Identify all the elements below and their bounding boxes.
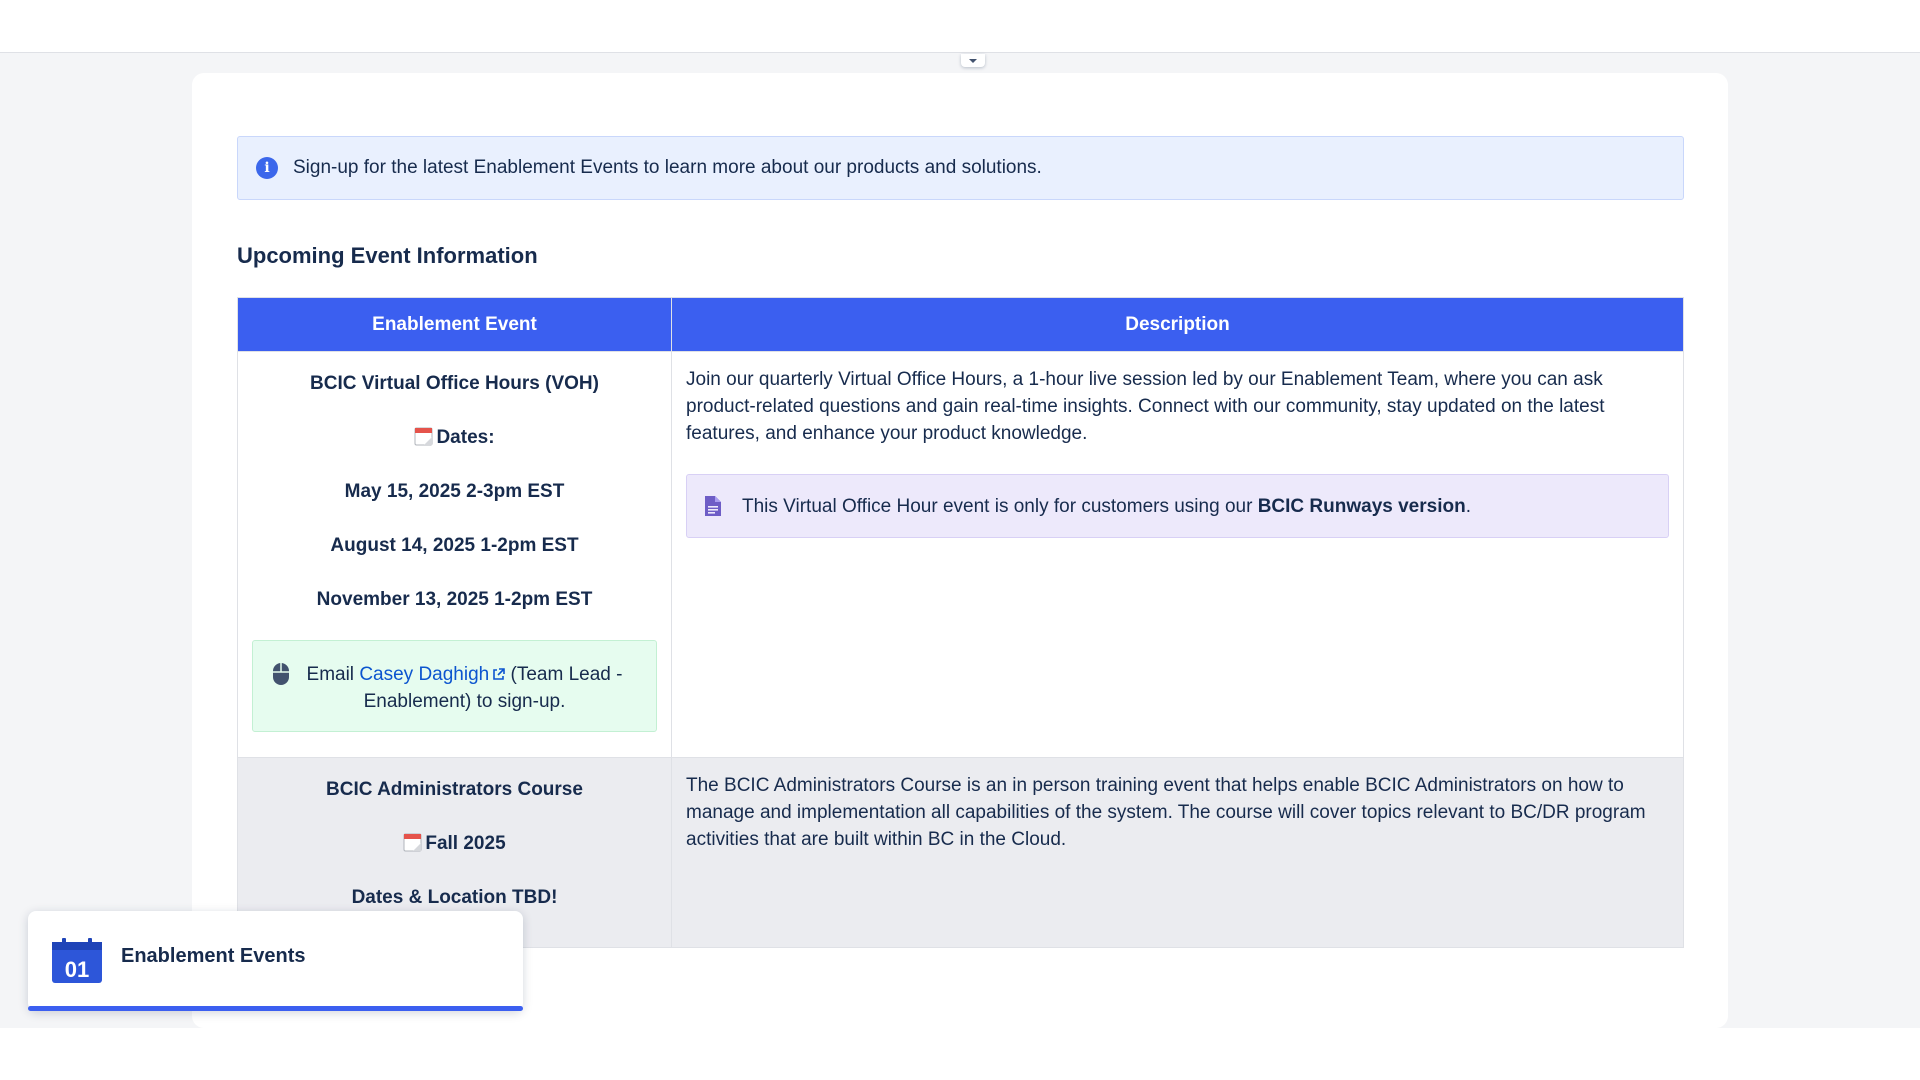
- floating-page-card[interactable]: 01 Enablement Events: [28, 911, 523, 1011]
- section-heading: Upcoming Event Information: [237, 243, 538, 268]
- note-panel: This Virtual Office Hour event is only f…: [686, 474, 1669, 538]
- contact-link-text: Casey Daghigh: [359, 664, 490, 685]
- column-header-description: Description: [671, 297, 1684, 352]
- event-title: BCIC Virtual Office Hours (VOH): [310, 373, 599, 394]
- event-description: The BCIC Administrators Course is an in …: [686, 775, 1646, 850]
- dates-label: Dates:: [436, 427, 495, 448]
- calendar-icon: [414, 427, 433, 446]
- season-heading: Fall 2025: [252, 830, 657, 857]
- description-cell: Join our quarterly Virtual Office Hours,…: [671, 351, 1684, 758]
- signup-panel: Email Casey Daghigh (Team Lead - Enablem…: [252, 640, 657, 732]
- info-icon: i: [256, 157, 278, 179]
- signup-text: Email Casey Daghigh (Team Lead - Enablem…: [291, 661, 638, 715]
- event-date: November 13, 2025 1-2pm EST: [316, 589, 593, 610]
- column-header-event: Enablement Event: [237, 297, 672, 352]
- floating-card-title: Enablement Events: [121, 945, 306, 967]
- dates-heading: Dates:: [252, 424, 657, 451]
- progress-underline: [28, 1006, 523, 1011]
- top-bar: [0, 0, 1920, 53]
- calendar-icon-text: 01: [65, 957, 89, 982]
- events-table: Enablement Event Description BCIC Virtua…: [237, 297, 1684, 948]
- calendar-01-icon: 01: [52, 938, 102, 983]
- event-cell: BCIC Virtual Office Hours (VOH) Dates: M…: [237, 351, 672, 758]
- calendar-icon: [403, 833, 422, 852]
- table-row: BCIC Virtual Office Hours (VOH) Dates: M…: [237, 351, 1684, 758]
- collapse-toggle-button[interactable]: [961, 54, 985, 67]
- info-panel: i Sign-up for the latest Enablement Even…: [237, 136, 1684, 200]
- note-text: This Virtual Office Hour event is only f…: [742, 493, 1471, 520]
- info-panel-text: Sign-up for the latest Enablement Events…: [293, 157, 1042, 178]
- event-description: Join our quarterly Virtual Office Hours,…: [686, 369, 1605, 444]
- external-link-icon: [493, 668, 506, 680]
- contact-link[interactable]: Casey Daghigh: [359, 664, 506, 685]
- event-title: BCIC Administrators Course: [326, 779, 583, 800]
- chevron-down-icon: [969, 58, 977, 63]
- note-prefix: This Virtual Office Hour event is only f…: [742, 495, 1258, 517]
- document-icon: [705, 496, 721, 516]
- location-label: Dates & Location TBD!: [351, 887, 558, 908]
- mouse-icon: [273, 663, 289, 685]
- bottom-strip: [0, 1028, 1920, 1080]
- table-header-row: Enablement Event Description: [237, 297, 1684, 352]
- signup-prefix: Email: [306, 664, 360, 685]
- event-date: May 15, 2025 2-3pm EST: [344, 481, 565, 502]
- note-bold: BCIC Runways version: [1257, 495, 1466, 517]
- event-date: August 14, 2025 1-2pm EST: [330, 535, 579, 556]
- note-suffix: .: [1465, 495, 1471, 517]
- season-label: Fall 2025: [425, 833, 506, 854]
- description-cell: The BCIC Administrators Course is an in …: [671, 757, 1684, 948]
